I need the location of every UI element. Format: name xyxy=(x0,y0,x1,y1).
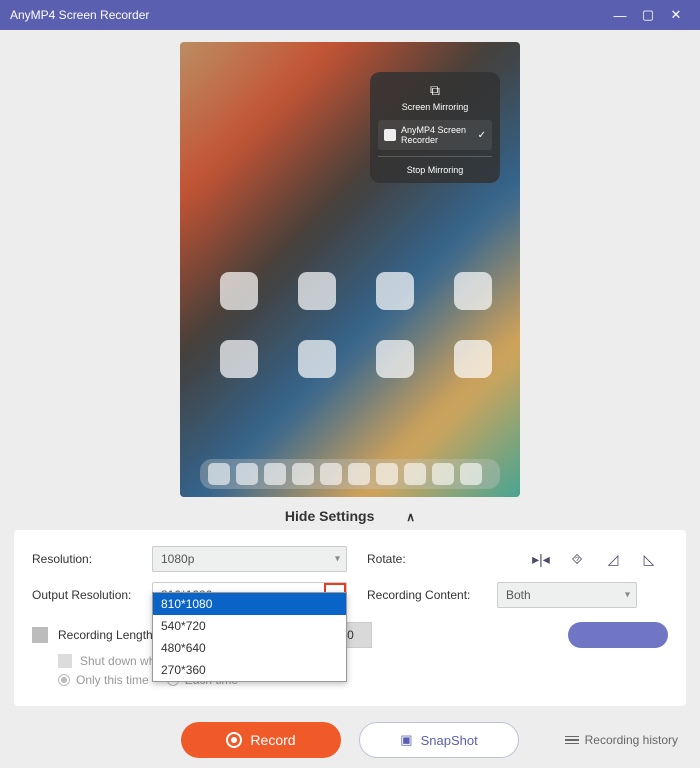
dock-app xyxy=(460,463,482,485)
app-icon xyxy=(220,340,258,378)
app-title: AnyMP4 Screen Recorder xyxy=(10,8,149,22)
record-label: Record xyxy=(250,732,295,748)
flip-vertical-icon[interactable]: ⯑ xyxy=(568,551,586,568)
recording-content-select[interactable]: Both ▾ xyxy=(497,582,637,608)
dropdown-option[interactable]: 270*360 xyxy=(153,659,346,681)
screen-mirroring-panel: ⧉ Screen Mirroring AnyMP4 Screen Recorde… xyxy=(370,72,500,183)
chevron-down-icon: ▾ xyxy=(625,590,630,601)
app-icon xyxy=(376,340,414,378)
output-resolution-dropdown[interactable]: 810*1080 540*720 480*640 270*360 xyxy=(152,592,347,682)
settings-panel: Resolution: 1080p ▾ Rotate: ▸|◂ ⯑ ◿ ◺ Ou… xyxy=(14,530,686,706)
dock-app xyxy=(292,463,314,485)
preview-area: ⧉ Screen Mirroring AnyMP4 Screen Recorde… xyxy=(0,30,700,500)
hide-settings-toggle[interactable]: Hide Settings ∧ xyxy=(0,500,700,530)
dock xyxy=(200,459,500,489)
record-icon xyxy=(226,732,242,748)
recording-length-checkbox[interactable] xyxy=(32,627,48,643)
dock-app xyxy=(432,463,454,485)
resolution-label: Resolution: xyxy=(32,552,152,566)
app-icon xyxy=(376,272,414,310)
output-resolution-label: Output Resolution: xyxy=(32,588,152,602)
recording-history-link[interactable]: Recording history xyxy=(565,733,678,747)
rotate-label: Rotate: xyxy=(367,552,497,566)
mirror-icon: ⧉ xyxy=(378,82,492,99)
recording-content-label: Recording Content: xyxy=(367,588,497,602)
dropdown-option[interactable]: 810*1080 xyxy=(153,593,346,615)
mirror-title: Screen Mirroring xyxy=(378,102,492,112)
dock-app xyxy=(376,463,398,485)
camera-icon: ▣ xyxy=(400,732,412,748)
checkmark-icon xyxy=(478,130,486,141)
app-icon xyxy=(220,272,258,310)
dock-app xyxy=(348,463,370,485)
mirror-device-name: AnyMP4 Screen Recorder xyxy=(401,125,478,145)
only-this-time-label: Only this time xyxy=(76,673,149,687)
app-icon xyxy=(298,340,336,378)
dock-app xyxy=(264,463,286,485)
dropdown-option[interactable]: 480*640 xyxy=(153,637,346,659)
record-button[interactable]: Record xyxy=(181,722,341,758)
title-bar: AnyMP4 Screen Recorder — ▢ ✕ xyxy=(0,0,700,30)
hide-settings-label: Hide Settings xyxy=(285,508,374,524)
flip-horizontal-icon[interactable]: ▸|◂ xyxy=(532,551,550,568)
app-icon xyxy=(454,340,492,378)
list-icon xyxy=(565,736,579,745)
chevron-down-icon: ▾ xyxy=(335,554,340,565)
minimize-icon[interactable]: — xyxy=(606,1,634,29)
snapshot-button[interactable]: ▣ SnapShot xyxy=(359,722,519,758)
maximize-icon[interactable]: ▢ xyxy=(634,1,662,29)
recording-length-label: Recording Length xyxy=(58,628,153,642)
resolution-value: 1080p xyxy=(161,552,194,566)
snapshot-label: SnapShot xyxy=(421,733,478,748)
chevron-up-icon: ∧ xyxy=(406,510,415,524)
dock-app xyxy=(320,463,342,485)
dropdown-option[interactable]: 540*720 xyxy=(153,615,346,637)
app-icon xyxy=(298,272,336,310)
rotate-left-icon[interactable]: ◿ xyxy=(604,551,622,568)
recording-content-value: Both xyxy=(506,588,531,602)
device-preview: ⧉ Screen Mirroring AnyMP4 Screen Recorde… xyxy=(180,42,520,497)
only-this-time-radio[interactable] xyxy=(58,674,70,686)
modify-button[interactable] xyxy=(568,622,668,648)
resolution-select[interactable]: 1080p ▾ xyxy=(152,546,347,572)
dock-app xyxy=(404,463,426,485)
dock-app xyxy=(208,463,230,485)
rotate-right-icon[interactable]: ◺ xyxy=(640,551,658,568)
dock-app xyxy=(236,463,258,485)
recording-history-label: Recording history xyxy=(585,733,678,747)
stop-mirroring-button[interactable]: Stop Mirroring xyxy=(378,156,492,175)
mirror-device-item[interactable]: AnyMP4 Screen Recorder xyxy=(378,120,492,150)
shutdown-checkbox[interactable] xyxy=(58,654,72,668)
app-icon xyxy=(454,272,492,310)
close-icon[interactable]: ✕ xyxy=(662,1,690,29)
